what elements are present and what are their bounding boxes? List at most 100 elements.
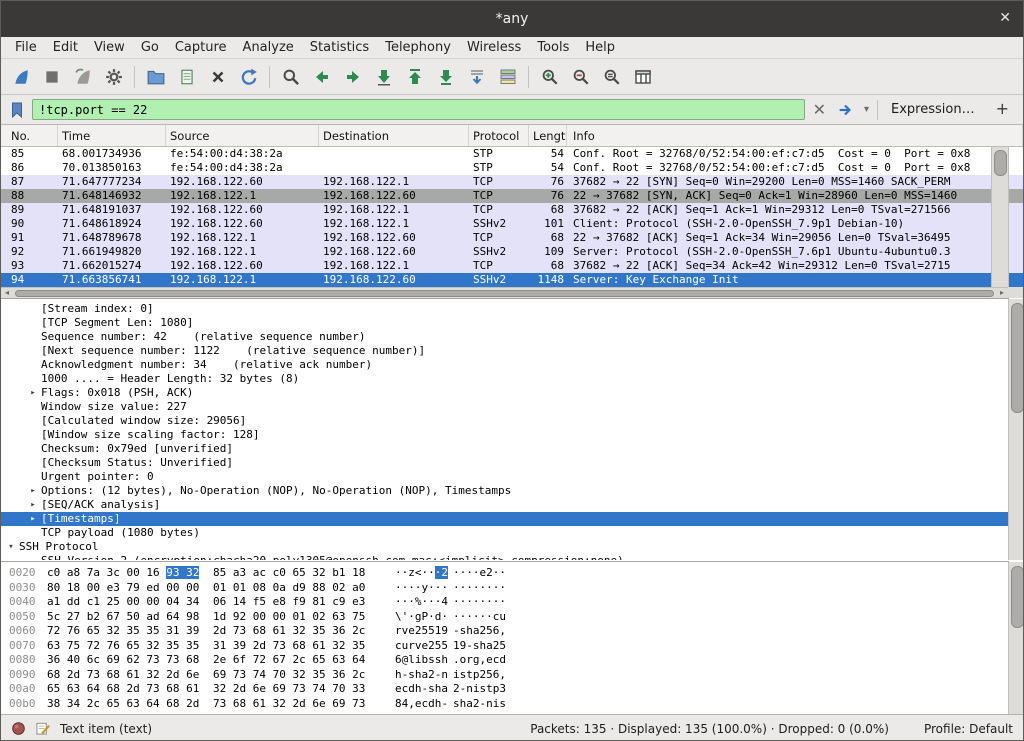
column-header-length[interactable]: Length: [529, 125, 567, 146]
close-window-icon[interactable]: ✕: [999, 11, 1011, 25]
detail-row[interactable]: Checksum: 0x79ed [unverified]: [1, 442, 1009, 456]
packet-row[interactable]: 9271.661949820192.168.122.1192.168.122.6…: [1, 245, 991, 259]
detail-row[interactable]: [Stream index: 0]: [1, 302, 1009, 316]
close-file-button[interactable]: [202, 63, 233, 91]
detail-row[interactable]: TCP payload (1080 bytes): [1, 526, 1009, 540]
reload-button[interactable]: [233, 63, 264, 91]
detail-row[interactable]: [TCP Segment Len: 1080]: [1, 316, 1009, 330]
status-profile[interactable]: Profile: Default: [924, 722, 1013, 736]
hex-row[interactable]: 00505c 27 b2 67 50 ad 64 981d 92 00 00 0…: [1, 610, 1009, 625]
scroll-left-icon[interactable]: ◂: [1, 288, 13, 298]
hex-row[interactable]: 003080 18 00 e3 79 ed 00 0001 01 08 0a d…: [1, 581, 1009, 596]
packet-list-hscrollbar[interactable]: ◂ ▸: [1, 287, 1008, 298]
detail-row[interactable]: [Next sequence number: 1122 (relative se…: [1, 344, 1009, 358]
packet-list-minimap[interactable]: [1008, 147, 1024, 287]
detail-row[interactable]: ▸[Timestamps]: [1, 512, 1009, 526]
expander-icon[interactable]: ▸: [25, 484, 41, 498]
menu-item-wireless[interactable]: Wireless: [459, 38, 529, 57]
filter-clear-icon[interactable]: ✕: [810, 99, 829, 121]
capture-comment-button[interactable]: [35, 721, 51, 736]
menu-item-go[interactable]: Go: [133, 38, 167, 57]
go-back-button[interactable]: [306, 63, 337, 91]
scroll-right-icon[interactable]: ▸: [996, 288, 1008, 298]
go-first-button[interactable]: [399, 63, 430, 91]
detail-row[interactable]: [Checksum Status: Unverified]: [1, 456, 1009, 470]
open-file-button[interactable]: [140, 63, 171, 91]
add-filter-button[interactable]: +: [988, 99, 1017, 120]
display-filter-input[interactable]: [32, 99, 805, 120]
packet-list-scroll-thumb[interactable]: [994, 150, 1007, 176]
menu-item-analyze[interactable]: Analyze: [235, 38, 302, 57]
column-header-time[interactable]: Time: [58, 125, 166, 146]
menu-item-help[interactable]: Help: [577, 38, 623, 57]
menu-item-statistics[interactable]: Statistics: [302, 38, 377, 57]
packet-row[interactable]: 9471.663856741192.168.122.1192.168.122.6…: [1, 273, 991, 287]
hex-row[interactable]: 007063 75 72 76 65 32 35 3531 39 2d 73 6…: [1, 639, 1009, 654]
zoom-out-button[interactable]: [565, 63, 596, 91]
detail-row[interactable]: Urgent pointer: 0: [1, 470, 1009, 484]
resize-columns-button[interactable]: [627, 63, 658, 91]
column-header-info[interactable]: Info: [567, 125, 1023, 146]
find-packet-button[interactable]: [275, 63, 306, 91]
expander-icon[interactable]: ▸: [25, 498, 41, 512]
colorize-button[interactable]: [492, 63, 523, 91]
packet-row[interactable]: 8971.648191037192.168.122.60192.168.122.…: [1, 203, 991, 217]
hex-scrollbar[interactable]: [1008, 562, 1024, 714]
zoom-100-button[interactable]: [596, 63, 627, 91]
expander-icon[interactable]: ▾: [3, 540, 19, 554]
detail-row[interactable]: ▾SSH Protocol: [1, 540, 1009, 554]
detail-row[interactable]: [Calculated window size: 29056]: [1, 414, 1009, 428]
hex-row[interactable]: 009068 2d 73 68 61 32 2d 6e69 73 74 70 3…: [1, 668, 1009, 683]
menu-item-view[interactable]: View: [86, 38, 133, 57]
save-file-button[interactable]: [171, 63, 202, 91]
zoom-in-button[interactable]: [534, 63, 565, 91]
detail-row[interactable]: 1000 .... = Header Length: 32 bytes (8): [1, 372, 1009, 386]
hex-row[interactable]: 0020c0 a8 7a 3c 00 16 93 3285 a3 ac c0 6…: [1, 566, 1009, 581]
detail-row[interactable]: ▸Flags: 0x018 (PSH, ACK): [1, 386, 1009, 400]
expander-icon[interactable]: ▸: [25, 512, 41, 526]
packet-row[interactable]: 9071.648618924192.168.122.60192.168.122.…: [1, 217, 991, 231]
detail-row[interactable]: Window size value: 227: [1, 400, 1009, 414]
hex-row[interactable]: 00a065 63 64 68 2d 73 68 6132 2d 6e 69 7…: [1, 682, 1009, 697]
expert-info-button[interactable]: [11, 721, 26, 736]
column-header-no[interactable]: No.: [1, 125, 58, 146]
packet-list-scrollbar[interactable]: [991, 147, 1008, 287]
detail-row[interactable]: [Window size scaling factor: 128]: [1, 428, 1009, 442]
menu-item-edit[interactable]: Edit: [45, 38, 86, 57]
menu-item-telephony[interactable]: Telephony: [377, 38, 459, 57]
packet-row[interactable]: 9371.662015274192.168.122.60192.168.122.…: [1, 259, 991, 273]
detail-row[interactable]: ▸[SEQ/ACK analysis]: [1, 498, 1009, 512]
packet-list-hscroll-thumb[interactable]: [15, 290, 994, 297]
menu-item-file[interactable]: File: [7, 38, 45, 57]
filter-apply-button[interactable]: [834, 99, 856, 121]
start-capture-button[interactable]: [5, 63, 36, 91]
go-forward-button[interactable]: [337, 63, 368, 91]
packet-row[interactable]: 8771.647777234192.168.122.60192.168.122.…: [1, 175, 991, 189]
packet-row[interactable]: 9171.648789678192.168.122.1192.168.122.6…: [1, 231, 991, 245]
column-header-destination[interactable]: Destination: [319, 125, 469, 146]
expander-icon[interactable]: ▸: [25, 386, 41, 400]
go-last-button[interactable]: [430, 63, 461, 91]
detail-row[interactable]: Sequence number: 42 (relative sequence n…: [1, 330, 1009, 344]
hex-row[interactable]: 00b038 34 2c 65 63 64 68 2d73 68 61 32 2…: [1, 697, 1009, 712]
packet-row[interactable]: 8568.001734936fe:54:00:d4:38:2aSTP54Conf…: [1, 147, 991, 161]
menu-item-capture[interactable]: Capture: [167, 38, 235, 57]
menu-item-tools[interactable]: Tools: [529, 38, 577, 57]
packet-row[interactable]: 8670.013850163fe:54:00:d4:38:2aSTP54Conf…: [1, 161, 991, 175]
filter-bookmark-button[interactable]: [7, 99, 27, 121]
hex-row[interactable]: 006072 76 65 32 35 35 31 392d 73 68 61 3…: [1, 624, 1009, 639]
details-scroll-thumb[interactable]: [1011, 303, 1024, 413]
detail-row[interactable]: ▸Options: (12 bytes), No-Operation (NOP)…: [1, 484, 1009, 498]
filter-dropdown-icon[interactable]: ▾: [861, 99, 872, 121]
hex-row[interactable]: 008036 40 6c 69 62 73 73 682e 6f 72 67 2…: [1, 653, 1009, 668]
hex-row[interactable]: 0040a1 dd c1 25 00 00 04 3406 14 f5 e8 f…: [1, 595, 1009, 610]
stop-capture-button[interactable]: [36, 63, 67, 91]
expression-button[interactable]: Expression…: [883, 102, 983, 117]
auto-scroll-button[interactable]: [461, 63, 492, 91]
detail-row[interactable]: Acknowledgment number: 34 (relative ack …: [1, 358, 1009, 372]
column-header-source[interactable]: Source: [166, 125, 319, 146]
detail-row[interactable]: SSH Version 2 (encryption:chacha20-poly1…: [1, 554, 1009, 560]
capture-options-button[interactable]: [98, 63, 129, 91]
packet-row[interactable]: 8871.648146932192.168.122.1192.168.122.6…: [1, 189, 991, 203]
hex-scroll-thumb[interactable]: [1011, 566, 1024, 628]
